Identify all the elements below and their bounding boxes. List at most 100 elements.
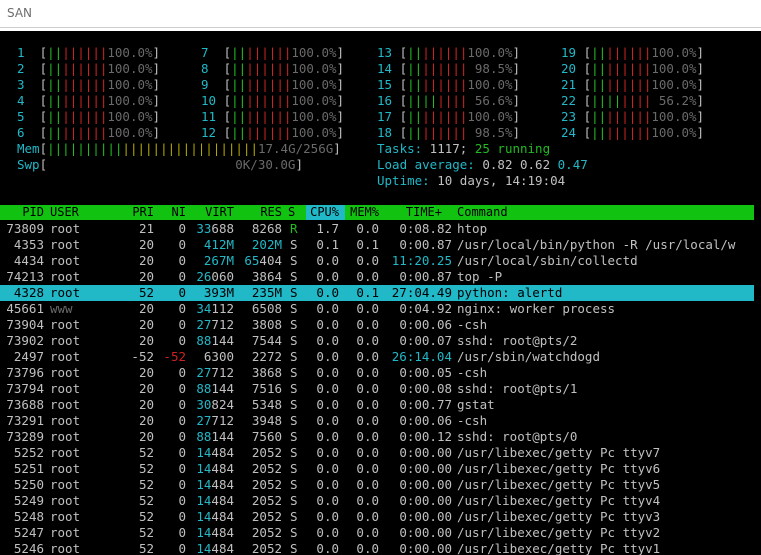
process-mem: 0.0 [356, 333, 379, 348]
process-row[interactable]: 4328 root 52 0 393M 235M S 0.0 0.1 27:04.49 python… [0, 285, 754, 301]
process-s: S [290, 333, 298, 348]
cpu-number: 11 [201, 109, 217, 124]
cpu-number: 1 [17, 45, 33, 60]
memory-bars: |||||||||||||||||||||||||||| [47, 141, 258, 156]
meter-bracket-close: ] [336, 125, 345, 140]
process-time: 11:20.25 [391, 253, 452, 268]
process-user: root [50, 253, 81, 268]
process-pri: 52 [138, 285, 154, 300]
process-res: 2052 [251, 445, 282, 460]
process-time: 0:00.06 [399, 413, 452, 428]
process-row[interactable]: 5252 root 52 0 14484 2052 S 0.0 0.0 0:00.00/usr/l… [0, 445, 754, 461]
process-pid: 5249 [13, 493, 44, 508]
column-header-ni[interactable]: NI [160, 205, 186, 220]
column-header-res[interactable]: RES [240, 205, 282, 220]
process-row[interactable]: 73796 root 20 0 27712 3868 S 0.0 0.0 0:00.05 -csh [0, 365, 754, 381]
cpu-bars: |||||||| [47, 45, 108, 60]
process-row[interactable]: 5249 root 52 0 14484 2052 S 0.0 0.0 0:00.00/usr/l… [0, 493, 754, 509]
process-row[interactable]: 2497 root -52 -52 6300 2272 S 0.0 0.0 26:14.04/us… [0, 349, 754, 365]
meter-bracket-close: ] [336, 77, 345, 92]
process-row[interactable]: 73794 root 20 0 88144 7516 S 0.0 0.0 0:00.08 sshd:… [0, 381, 754, 397]
process-s: S [290, 509, 298, 524]
column-header-command[interactable]: Command [457, 205, 577, 220]
process-time: 0:08.82 [399, 221, 452, 236]
process-pri: 20 [138, 269, 154, 284]
memory-label: Mem [17, 141, 40, 156]
process-cpu: 0.0 [316, 349, 339, 364]
cpu-meter: 5 [||||||||100.0%] [17, 109, 160, 125]
process-row[interactable]: 73291 root 20 0 27712 3948 S 0.0 0.0 0:00.06 -csh [0, 413, 754, 429]
column-header-pid[interactable]: PID [0, 205, 44, 220]
cpu-meter: 10 [||||||||100.0%] [201, 93, 344, 109]
process-user: root [50, 381, 81, 396]
column-header-time[interactable]: TIME+ [392, 205, 442, 220]
process-res: 5348 [251, 397, 282, 412]
process-row[interactable]: 73809 root 21 0 33688 8268 R 1.7 0.0 0:08.82 htop [0, 221, 754, 237]
process-virt: 14484 [196, 445, 234, 460]
column-header-pri[interactable]: PRI [120, 205, 154, 220]
process-cpu: 0.0 [316, 477, 339, 492]
process-ni: 0 [178, 397, 186, 412]
column-header-mem[interactable]: MEM% [343, 205, 379, 220]
process-ni: 0 [178, 333, 186, 348]
process-mem: 0.0 [356, 461, 379, 476]
process-pid: 4328 [13, 285, 44, 300]
process-row[interactable]: 5251 root 52 0 14484 2052 S 0.0 0.0 0:00.00/usr/l… [0, 461, 754, 477]
cpu-bars: |||||||| [407, 125, 468, 140]
process-cmd: htop [457, 221, 488, 236]
meter-bracket-close: ] [336, 61, 345, 76]
column-header-s[interactable]: S [288, 205, 300, 220]
process-pid: 5248 [13, 509, 44, 524]
meter-bracket-close: ] [152, 61, 161, 76]
process-pid: 5250 [13, 477, 44, 492]
process-res: 202M [251, 237, 282, 252]
process-mem: 0.0 [356, 349, 379, 364]
process-virt: 27712 [196, 365, 234, 380]
process-row[interactable]: 73904 root 20 0 27712 3808 S 0.0 0.0 0:00.06 -csh [0, 317, 754, 333]
process-pri: 20 [138, 301, 154, 316]
process-row[interactable]: 4434 root 20 0 267M 65404 S 0.0 0.0 11:20.25/usr/… [0, 253, 754, 269]
column-header-cpu[interactable]: CPU% [305, 205, 339, 220]
cpu-number: 12 [201, 125, 217, 140]
cpu-number: 6 [17, 125, 33, 140]
process-row[interactable]: 5247 root 52 0 14484 2052 S 0.0 0.0 0:00.00/usr/l… [0, 525, 754, 541]
process-mem: 0.0 [356, 381, 379, 396]
process-row[interactable]: 73688 root 20 0 30824 5348 S 0.0 0.0 0:00.77 gstat [0, 397, 754, 413]
process-row[interactable]: 45661 www 20 0 34112 6508 S 0.0 0.0 0:04.92 nginx:… [0, 301, 754, 317]
process-row[interactable]: 5250 root 52 0 14484 2052 S 0.0 0.0 0:00.00/usr/l… [0, 477, 754, 493]
cpu-bars: |||||||| [231, 77, 292, 92]
process-s: S [290, 349, 298, 364]
process-row[interactable]: 74213 root 20 0 26060 3864 S 0.0 0.0 0:00.87 top -… [0, 269, 754, 285]
process-time: 0:00.07 [399, 333, 452, 348]
cpu-bars: |||||||| [591, 45, 652, 60]
process-pid: 74213 [6, 269, 44, 284]
process-virt: 88144 [196, 429, 234, 444]
process-s: S [290, 381, 298, 396]
process-mem: 0.1 [356, 237, 379, 252]
meter-bracket-close: ] [295, 157, 303, 172]
process-row[interactable]: 5248 root 52 0 14484 2052 S 0.0 0.0 0:00.00/usr/l… [0, 509, 754, 525]
window-titlebar[interactable]: SAN [0, 0, 761, 28]
cpu-number: 20 [561, 61, 577, 76]
cpu-percent: 56.2% [651, 93, 697, 108]
process-row[interactable]: 5246 root 52 0 14484 2052 S 0.0 0.0 0:00.00/usr/l… [0, 541, 754, 555]
cpu-percent: 98.5% [467, 61, 513, 76]
process-pid: 73794 [6, 381, 44, 396]
cpu-meter: 6 [||||||||100.0%] [17, 125, 160, 141]
process-res: 6508 [251, 301, 282, 316]
cpu-percent: 100.0% [107, 77, 153, 92]
process-row[interactable]: 4353 root 20 0 412M 202M S 0.1 0.1 0:00.87/usr/lo… [0, 237, 754, 253]
process-row[interactable]: 73289 root 20 0 88144 7560 S 0.0 0.0 0:00.12 sshd:… [0, 429, 754, 445]
column-header-virt[interactable]: VIRT [190, 205, 234, 220]
cpu-number: 23 [561, 109, 577, 124]
process-mem: 0.0 [356, 269, 379, 284]
meter-bracket-open: [ [392, 61, 408, 76]
column-header-user[interactable]: USER [50, 205, 110, 220]
process-user: root [50, 413, 81, 428]
cpu-bars: |||||||| [591, 93, 652, 108]
process-cpu: 0.0 [316, 317, 339, 332]
process-cmd: /usr/libexec/getty Pc ttyv5 [457, 477, 661, 492]
process-row[interactable]: 73902 root 20 0 88144 7544 S 0.0 0.0 0:00.07 sshd:… [0, 333, 754, 349]
htop-terminal[interactable]: 1 [||||||||100.0%] 2 [||||||||100.0%] 3 [|… [0, 31, 761, 555]
process-user: root [50, 397, 81, 412]
